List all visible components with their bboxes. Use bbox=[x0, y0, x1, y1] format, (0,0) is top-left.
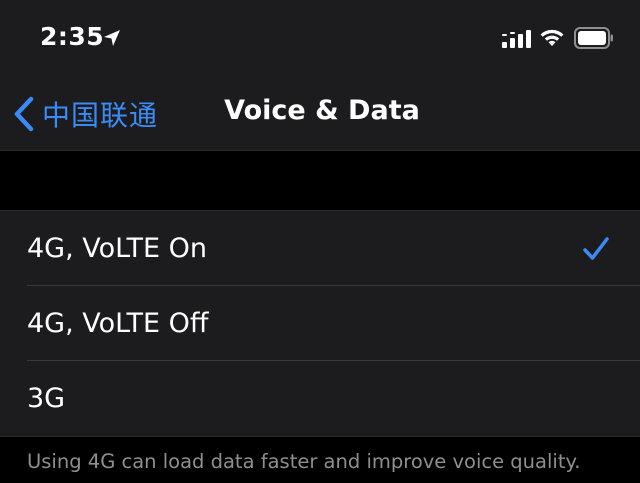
option-4g-volte-on[interactable]: 4G, VoLTE On bbox=[0, 211, 640, 286]
status-time: 2:35 bbox=[40, 22, 105, 51]
section-spacer bbox=[0, 151, 640, 210]
voice-data-screen: 2:35 中国联通 Voice & Data 4G, VoLTE On 4G, … bbox=[0, 0, 640, 483]
cellular-signal-icon bbox=[502, 30, 531, 48]
checkmark-icon bbox=[583, 237, 609, 260]
option-3g[interactable]: 3G bbox=[0, 361, 640, 436]
option-label: 3G bbox=[27, 383, 66, 414]
voice-data-options-list: 4G, VoLTE On 4G, VoLTE Off 3G bbox=[0, 210, 640, 437]
option-label: 4G, VoLTE On bbox=[27, 233, 207, 264]
option-label: 4G, VoLTE Off bbox=[27, 308, 209, 339]
status-bar: 2:35 bbox=[0, 0, 640, 76]
option-4g-volte-off[interactable]: 4G, VoLTE Off bbox=[0, 286, 640, 361]
page-title: Voice & Data bbox=[224, 95, 420, 126]
location-arrow-icon bbox=[104, 30, 120, 46]
wifi-icon bbox=[540, 29, 564, 46]
navigation-bar: 中国联通 Voice & Data bbox=[0, 76, 640, 151]
battery-icon bbox=[574, 27, 613, 49]
footer-note: Using 4G can load data faster and improv… bbox=[27, 450, 581, 473]
